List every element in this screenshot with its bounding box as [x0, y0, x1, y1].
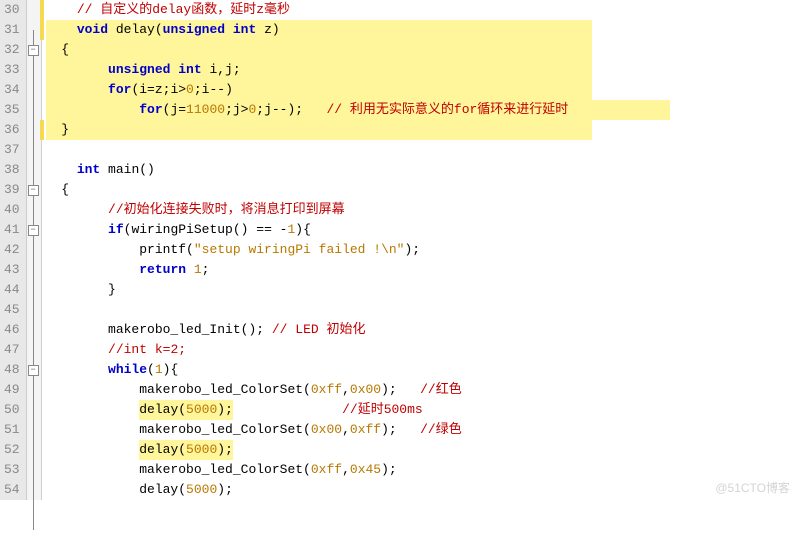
- line-number: 41: [4, 220, 20, 240]
- code-line: for(j=11000;j>0;j--); // 利用无实际意义的for循环来进…: [42, 100, 798, 120]
- code-line: delay(5000); //延时500ms: [42, 400, 798, 420]
- line-number: 48: [4, 360, 20, 380]
- line-number-gutter: 3031323334353637383940414243444546474849…: [0, 0, 27, 500]
- code-line: }: [42, 280, 798, 300]
- line-number: 52: [4, 440, 20, 460]
- code-line: delay(5000);: [42, 440, 798, 460]
- fold-toggle[interactable]: −: [28, 225, 39, 236]
- code-line: unsigned int i,j;: [42, 60, 798, 80]
- code-editor: 3031323334353637383940414243444546474849…: [0, 0, 798, 500]
- line-number: 45: [4, 300, 20, 320]
- line-number: 47: [4, 340, 20, 360]
- line-number: 35: [4, 100, 20, 120]
- change-marker: [40, 120, 44, 140]
- code-line: makerobo_led_ColorSet(0xff,0x00); //红色: [42, 380, 798, 400]
- code-line: printf("setup wiringPi failed !\n");: [42, 240, 798, 260]
- line-number: 51: [4, 420, 20, 440]
- code-line: }: [42, 120, 798, 140]
- code-line: {: [42, 40, 798, 60]
- code-line: //初始化连接失败时，将消息打印到屏幕: [42, 200, 798, 220]
- change-marker: [40, 0, 44, 20]
- code-line: void delay(unsigned int z): [42, 20, 798, 40]
- code-line: //int k=2;: [42, 340, 798, 360]
- code-line: makerobo_led_ColorSet(0xff,0x45);: [42, 460, 798, 480]
- line-number: 31: [4, 20, 20, 40]
- code-line: return 1;: [42, 260, 798, 280]
- code-line: for(i=z;i>0;i--): [42, 80, 798, 100]
- code-line: {: [42, 180, 798, 200]
- line-number: 50: [4, 400, 20, 420]
- code-line: delay(5000);: [42, 480, 798, 500]
- code-area: // 自定义的delay函数，延时z毫秒 void delay(unsigned…: [42, 0, 798, 500]
- fold-toggle[interactable]: −: [28, 365, 39, 376]
- code-line: int main(): [42, 160, 798, 180]
- line-number: 42: [4, 240, 20, 260]
- code-line: // 自定义的delay函数，延时z毫秒: [42, 0, 798, 20]
- line-number: 32: [4, 40, 20, 60]
- line-number: 36: [4, 120, 20, 140]
- code-line: [42, 300, 798, 320]
- line-number: 44: [4, 280, 20, 300]
- line-number: 40: [4, 200, 20, 220]
- fold-gutter: − − − −: [27, 0, 42, 500]
- fold-toggle[interactable]: −: [28, 185, 39, 196]
- code-line: makerobo_led_Init(); // LED 初始化: [42, 320, 798, 340]
- line-number: 43: [4, 260, 20, 280]
- code-line: if(wiringPiSetup() == -1){: [42, 220, 798, 240]
- line-number: 54: [4, 480, 20, 500]
- line-number: 30: [4, 0, 20, 20]
- line-number: 33: [4, 60, 20, 80]
- line-number: 37: [4, 140, 20, 160]
- line-number: 46: [4, 320, 20, 340]
- watermark-text: @51CTO博客: [715, 479, 790, 496]
- code-line: while(1){: [42, 360, 798, 380]
- line-number: 34: [4, 80, 20, 100]
- line-number: 53: [4, 460, 20, 480]
- line-number: 39: [4, 180, 20, 200]
- change-marker: [40, 20, 44, 40]
- line-number: 38: [4, 160, 20, 180]
- code-line: makerobo_led_ColorSet(0x00,0xff); //绿色: [42, 420, 798, 440]
- fold-toggle[interactable]: −: [28, 45, 39, 56]
- code-line: [42, 140, 798, 160]
- line-number: 49: [4, 380, 20, 400]
